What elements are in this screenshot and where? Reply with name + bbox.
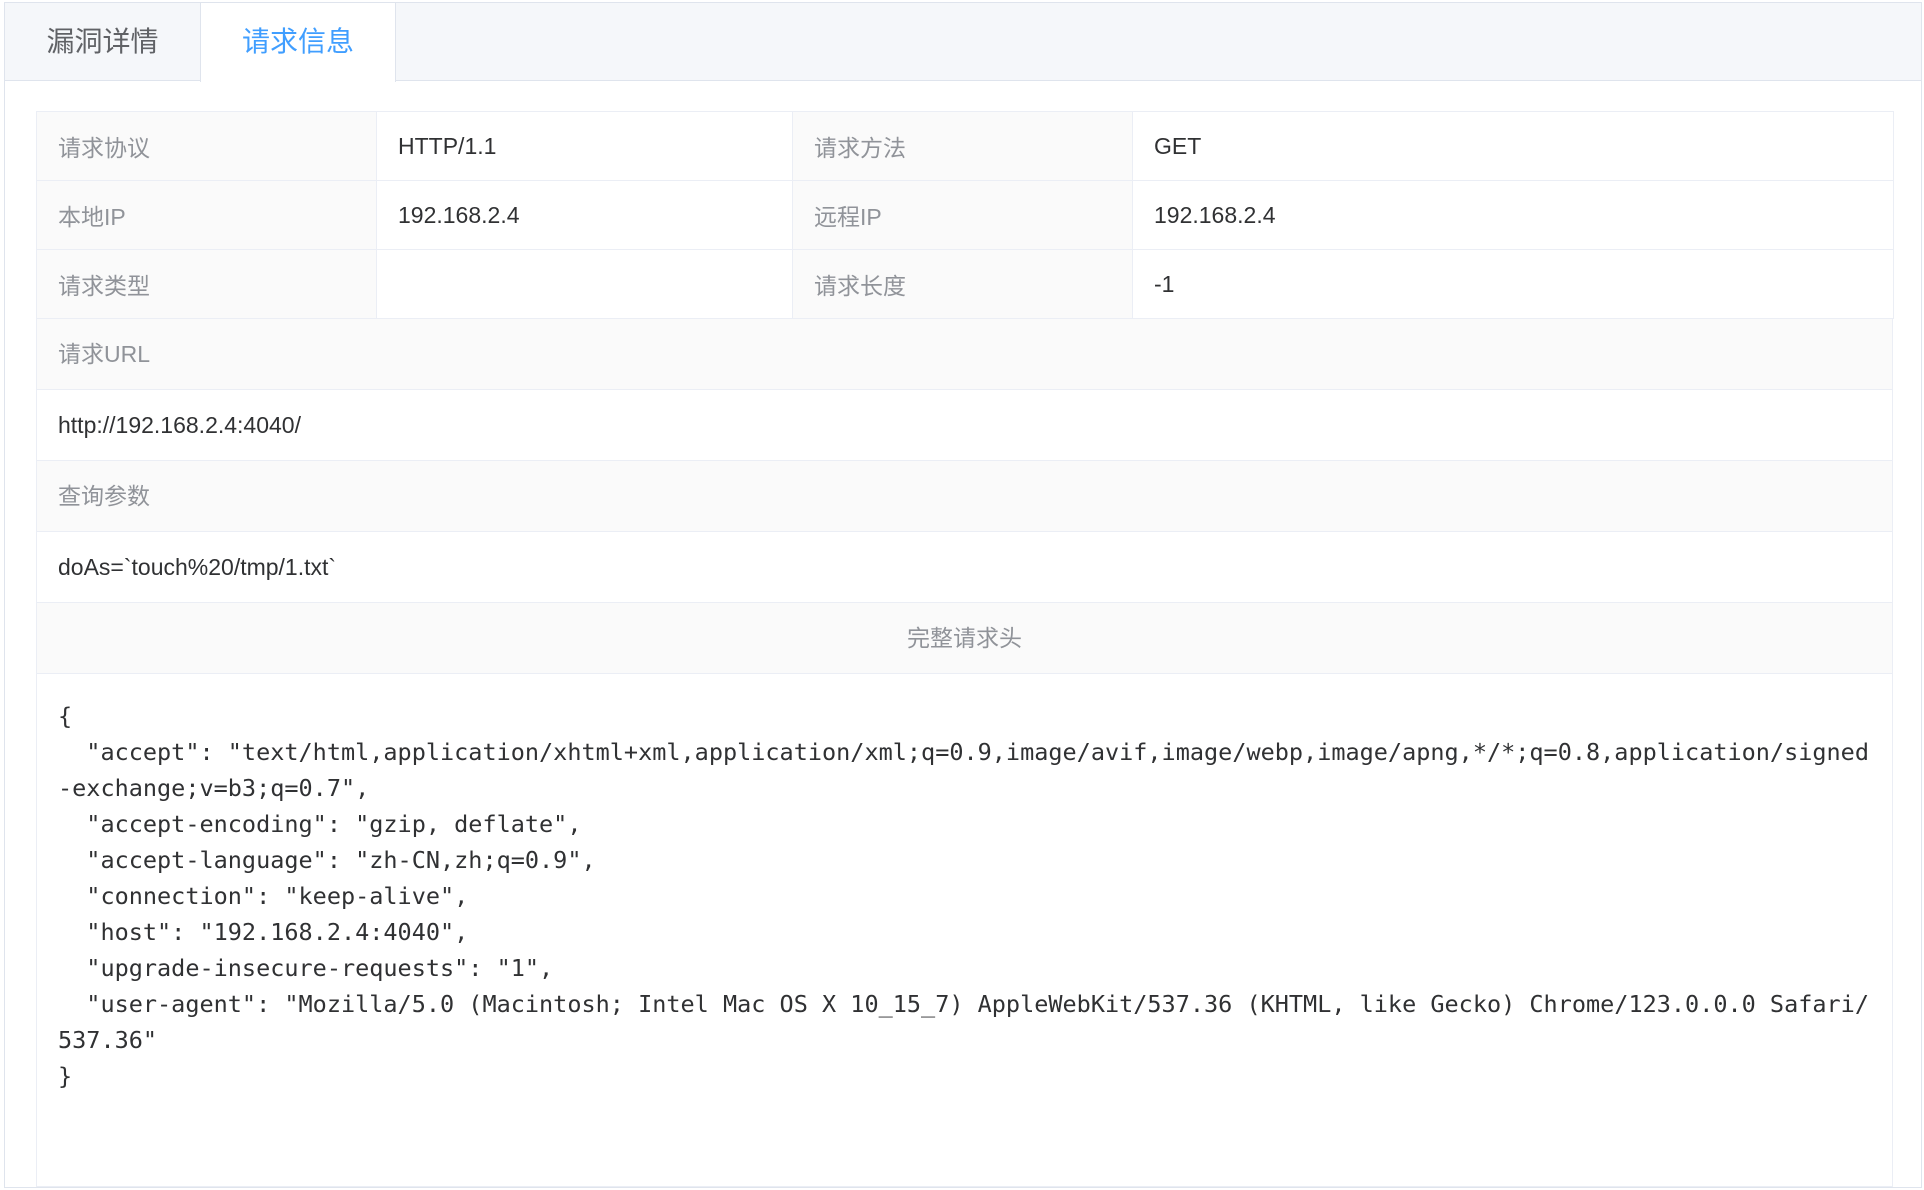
request-type-label: 请求类型	[36, 249, 377, 319]
full-headers-title: 完整请求头	[37, 603, 1892, 674]
tabs-panel: 漏洞详情 请求信息 请求协议 HTTP/1.1 请求方法 GET 本地IP 19…	[4, 2, 1922, 1188]
request-type-value	[376, 249, 793, 319]
request-length-label: 请求长度	[792, 249, 1133, 319]
query-params-value: doAs=`touch%20/tmp/1.txt`	[37, 532, 1892, 603]
remote-ip-value: 192.168.2.4	[1132, 180, 1894, 250]
protocol-label: 请求协议	[36, 111, 377, 181]
table-row: 请求类型 请求长度 -1	[36, 249, 1894, 319]
request-info-content: 请求协议 HTTP/1.1 请求方法 GET 本地IP 192.168.2.4 …	[36, 111, 1894, 1187]
protocol-value: HTTP/1.1	[376, 111, 793, 181]
tab-bar: 漏洞详情 请求信息	[5, 3, 1921, 82]
method-value: GET	[1132, 111, 1894, 181]
table-row: 请求协议 HTTP/1.1 请求方法 GET	[36, 111, 1894, 181]
request-url-section: 请求URL http://192.168.2.4:4040/ 查询参数 doAs…	[36, 319, 1893, 1187]
method-label: 请求方法	[792, 111, 1133, 181]
remote-ip-label: 远程IP	[792, 180, 1133, 250]
request-url-value: http://192.168.2.4:4040/	[37, 390, 1892, 461]
table-row: 本地IP 192.168.2.4 远程IP 192.168.2.4	[36, 180, 1894, 250]
local-ip-value: 192.168.2.4	[376, 180, 793, 250]
tab-request-info[interactable]: 请求信息	[200, 3, 396, 82]
request-length-value: -1	[1132, 249, 1894, 319]
tab-vulnerability-details[interactable]: 漏洞详情	[5, 3, 200, 81]
query-params-label: 查询参数	[37, 461, 1892, 532]
request-summary-table: 请求协议 HTTP/1.1 请求方法 GET 本地IP 192.168.2.4 …	[36, 111, 1894, 319]
request-url-label: 请求URL	[37, 319, 1892, 390]
local-ip-label: 本地IP	[36, 180, 377, 250]
full-headers-code: { "accept": "text/html,application/xhtml…	[58, 702, 1869, 1090]
